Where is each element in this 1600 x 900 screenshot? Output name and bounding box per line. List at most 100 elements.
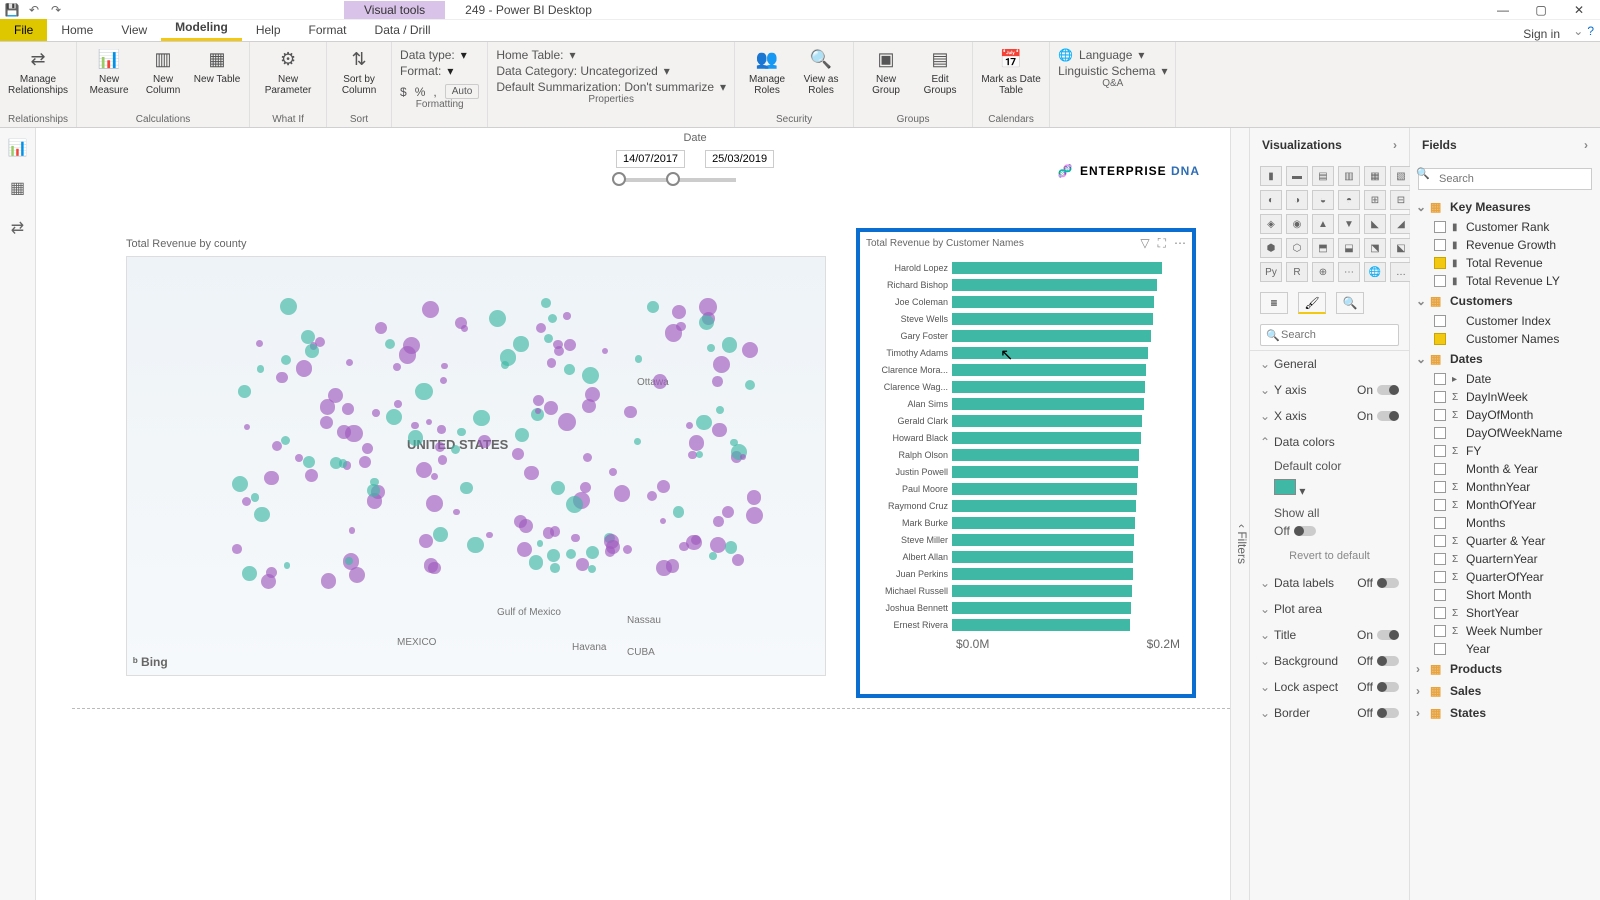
bar-row[interactable]: Alan Sims [864,395,1180,412]
field-item[interactable]: Customer Index [1410,312,1600,330]
viz-type-icon[interactable]: ⊞ [1364,190,1386,210]
format-section-row[interactable]: ⌄TitleOn [1250,622,1409,648]
new-measure-button[interactable]: 📊New Measure [85,46,133,96]
bar-row[interactable]: Raymond Cruz [864,497,1180,514]
field-item[interactable]: ▸Date [1410,370,1600,388]
expand-icon[interactable]: ‹ [1235,524,1249,528]
field-checkbox[interactable] [1434,445,1446,457]
format-section-row[interactable]: ⌄Lock aspectOff [1250,674,1409,700]
tab-view[interactable]: View [107,19,161,41]
viz-type-icon[interactable]: ◉ [1286,214,1308,234]
bar-row[interactable]: Justin Powell [864,463,1180,480]
filters-pane-collapsed[interactable]: ‹ Filters [1230,128,1250,900]
toggle-switch[interactable]: On [1357,628,1399,642]
field-checkbox[interactable] [1434,607,1446,619]
field-item[interactable]: ΣDayInWeek [1410,388,1600,406]
viz-type-icon[interactable]: ◒ [1312,190,1334,210]
format-section-row[interactable]: ⌄General [1250,351,1409,377]
field-checkbox[interactable] [1434,499,1446,511]
bar-row[interactable]: Clarence Wag... [864,378,1180,395]
maximize-icon[interactable]: ▢ [1526,3,1556,17]
language-dropdown[interactable]: Language [1079,48,1132,62]
toggle-switch[interactable]: Off [1357,654,1399,668]
more-options-icon[interactable]: ⋯ [1174,236,1186,251]
redo-icon[interactable]: ↷ [48,2,64,18]
bar-row[interactable]: Joshua Bennett [864,599,1180,616]
bar-row[interactable]: Paul Moore [864,480,1180,497]
field-checkbox[interactable] [1434,535,1446,547]
collapse-icon[interactable]: › [1393,138,1397,152]
field-item[interactable]: DayOfWeekName [1410,424,1600,442]
viz-type-icon[interactable]: Py [1260,262,1282,282]
bar-row[interactable]: Ernest Rivera [864,616,1180,633]
viz-type-icon[interactable]: ⬡ [1286,238,1308,258]
manage-roles-button[interactable]: 👥Manage Roles [743,46,791,96]
viz-type-icon[interactable]: ◈ [1260,214,1282,234]
date-slider[interactable] [616,178,736,182]
bar-row[interactable]: Albert Allan [864,548,1180,565]
field-table-header[interactable]: ›▦States [1410,702,1600,724]
viz-type-icon[interactable]: ▧ [1390,166,1412,186]
viz-type-icon[interactable]: ▲ [1312,214,1334,234]
bar-row[interactable]: Joe Coleman [864,293,1180,310]
viz-type-icon[interactable]: ▮ [1260,166,1282,186]
manage-relationships-button[interactable]: ⇄Manage Relationships [8,46,68,96]
tab-format[interactable]: Format [295,19,361,41]
bar-chart-visual[interactable]: Total Revenue by Customer Names ▽ ⛶ ⋯ Ha… [856,228,1196,698]
field-checkbox[interactable] [1434,409,1446,421]
toggle-switch[interactable]: Off [1357,680,1399,694]
bar-row[interactable]: Steve Miller [864,531,1180,548]
new-parameter-button[interactable]: ⚙New Parameter [258,46,318,96]
format-section-row[interactable]: ⌄Y axisOn [1250,377,1409,403]
toggle-switch[interactable]: On [1357,409,1399,423]
format-section-row[interactable]: ⌄Data labelsOff [1250,570,1409,596]
field-checkbox[interactable] [1434,481,1446,493]
viz-type-icon[interactable]: ▥ [1338,166,1360,186]
map-visual[interactable]: Total Revenue by county UNITED STATES ME… [126,238,826,678]
date-from-input[interactable]: 14/07/2017 [616,150,685,168]
field-item[interactable]: ΣQuarter & Year [1410,532,1600,550]
bar-row[interactable]: Michael Russell [864,582,1180,599]
field-item[interactable]: ΣDayOfMonth [1410,406,1600,424]
date-slicer[interactable]: Date 14/07/2017 25/03/2019 [616,132,774,182]
field-item[interactable]: ▮Total Revenue LY [1410,272,1600,290]
field-checkbox[interactable] [1434,463,1446,475]
field-checkbox[interactable] [1434,625,1446,637]
data-view-icon[interactable]: ▦ [10,178,25,198]
viz-type-icon[interactable]: ◑ [1286,190,1308,210]
viz-type-icon[interactable]: ◓ [1338,190,1360,210]
field-checkbox[interactable] [1434,553,1446,565]
revert-to-default-link[interactable]: Revert to default [1250,542,1409,570]
field-checkbox[interactable] [1434,275,1446,287]
viz-type-icon[interactable]: … [1390,262,1412,282]
tab-modeling[interactable]: Modeling [161,16,242,41]
field-checkbox[interactable] [1434,391,1446,403]
bar-row[interactable]: Harold Lopez [864,259,1180,276]
field-item[interactable]: Year [1410,640,1600,658]
bar-row[interactable]: Juan Perkins [864,565,1180,582]
viz-type-icon[interactable]: R [1286,262,1308,282]
field-item[interactable]: ΣFY [1410,442,1600,460]
viz-type-icon[interactable]: ⬔ [1364,238,1386,258]
field-item[interactable]: ΣWeek Number [1410,622,1600,640]
field-checkbox[interactable] [1434,373,1446,385]
toggle-switch[interactable]: On [1357,383,1399,397]
field-item[interactable]: ▮Revenue Growth [1410,236,1600,254]
slider-knob-right[interactable] [666,172,680,186]
chevron-down-icon[interactable]: ⌄ [1573,24,1583,38]
percent-icon[interactable]: % [415,85,426,99]
filter-icon[interactable]: ▽ [1140,236,1149,251]
field-item[interactable]: Months [1410,514,1600,532]
bar-row[interactable]: Mark Burke [864,514,1180,531]
help-icon[interactable]: ? [1587,24,1594,38]
viz-type-icon[interactable]: ⬓ [1338,238,1360,258]
field-checkbox[interactable] [1434,571,1446,583]
toggle-switch[interactable]: Off [1357,706,1399,720]
viz-type-icon[interactable]: ⬕ [1390,238,1412,258]
color-swatch[interactable] [1274,479,1296,495]
field-item[interactable]: Month & Year [1410,460,1600,478]
decimal-auto[interactable]: Auto [445,84,480,99]
tab-data-drill[interactable]: Data / Drill [361,19,445,41]
fields-search-input[interactable] [1418,168,1592,190]
bar-row[interactable]: Howard Black [864,429,1180,446]
